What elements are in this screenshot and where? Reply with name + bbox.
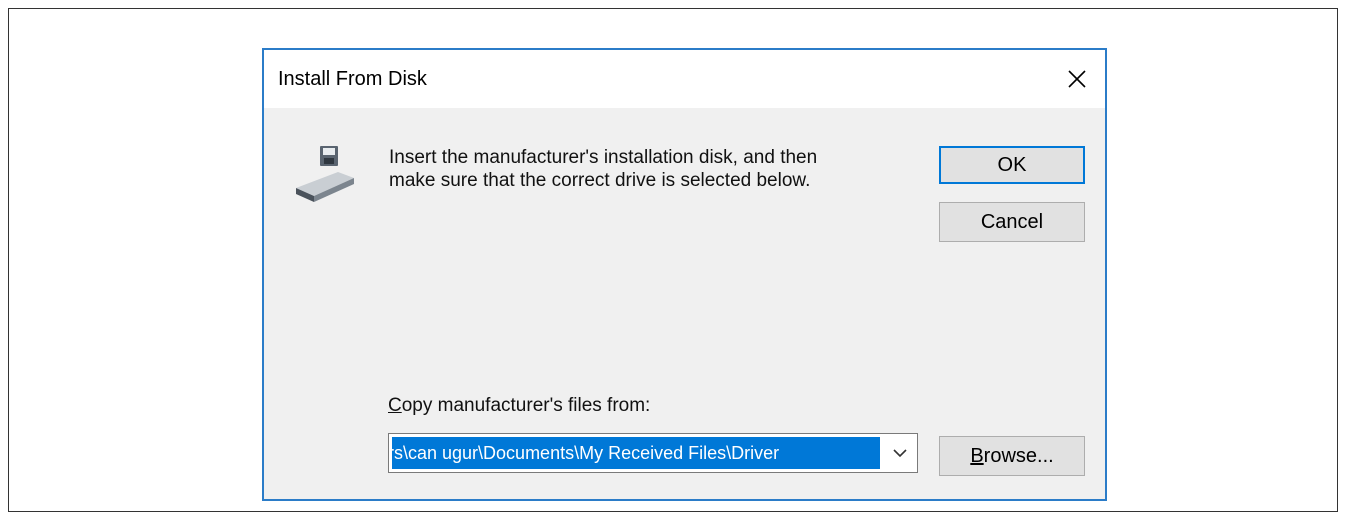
dropdown-button[interactable] bbox=[883, 434, 917, 472]
dialog-title: Install From Disk bbox=[278, 68, 427, 90]
copy-label-mnemonic: C bbox=[388, 395, 402, 416]
ok-button[interactable]: OK bbox=[939, 146, 1085, 184]
browse-mnemonic: B bbox=[970, 444, 984, 467]
title-bar: Install From Disk bbox=[264, 50, 1105, 108]
path-input[interactable]: rs\can ugur\Documents\My Received Files\… bbox=[392, 437, 880, 469]
message-line-1: Insert the manufacturer's installation d… bbox=[389, 147, 818, 168]
chevron-down-icon bbox=[893, 448, 907, 457]
close-button[interactable] bbox=[1049, 50, 1105, 108]
path-combobox[interactable]: rs\can ugur\Documents\My Received Files\… bbox=[388, 433, 918, 473]
copy-label-text: opy manufacturer's files from: bbox=[401, 395, 651, 416]
browse-button[interactable]: Browse... bbox=[939, 436, 1085, 476]
browse-label: rowse... bbox=[983, 444, 1054, 467]
copy-files-from-label: Copy manufacturer's files from: bbox=[388, 395, 650, 417]
screenshot-frame: Install From Disk Insert the manufacture… bbox=[8, 8, 1338, 512]
cancel-button[interactable]: Cancel bbox=[939, 202, 1085, 242]
install-from-disk-dialog: Install From Disk Insert the manufacture… bbox=[262, 48, 1107, 501]
message-line-2: make sure that the correct drive is sele… bbox=[389, 170, 811, 191]
instruction-message: Insert the manufacturer's installation d… bbox=[389, 146, 929, 192]
close-icon bbox=[1068, 70, 1086, 88]
floppy-disk-drive-icon bbox=[296, 146, 354, 202]
